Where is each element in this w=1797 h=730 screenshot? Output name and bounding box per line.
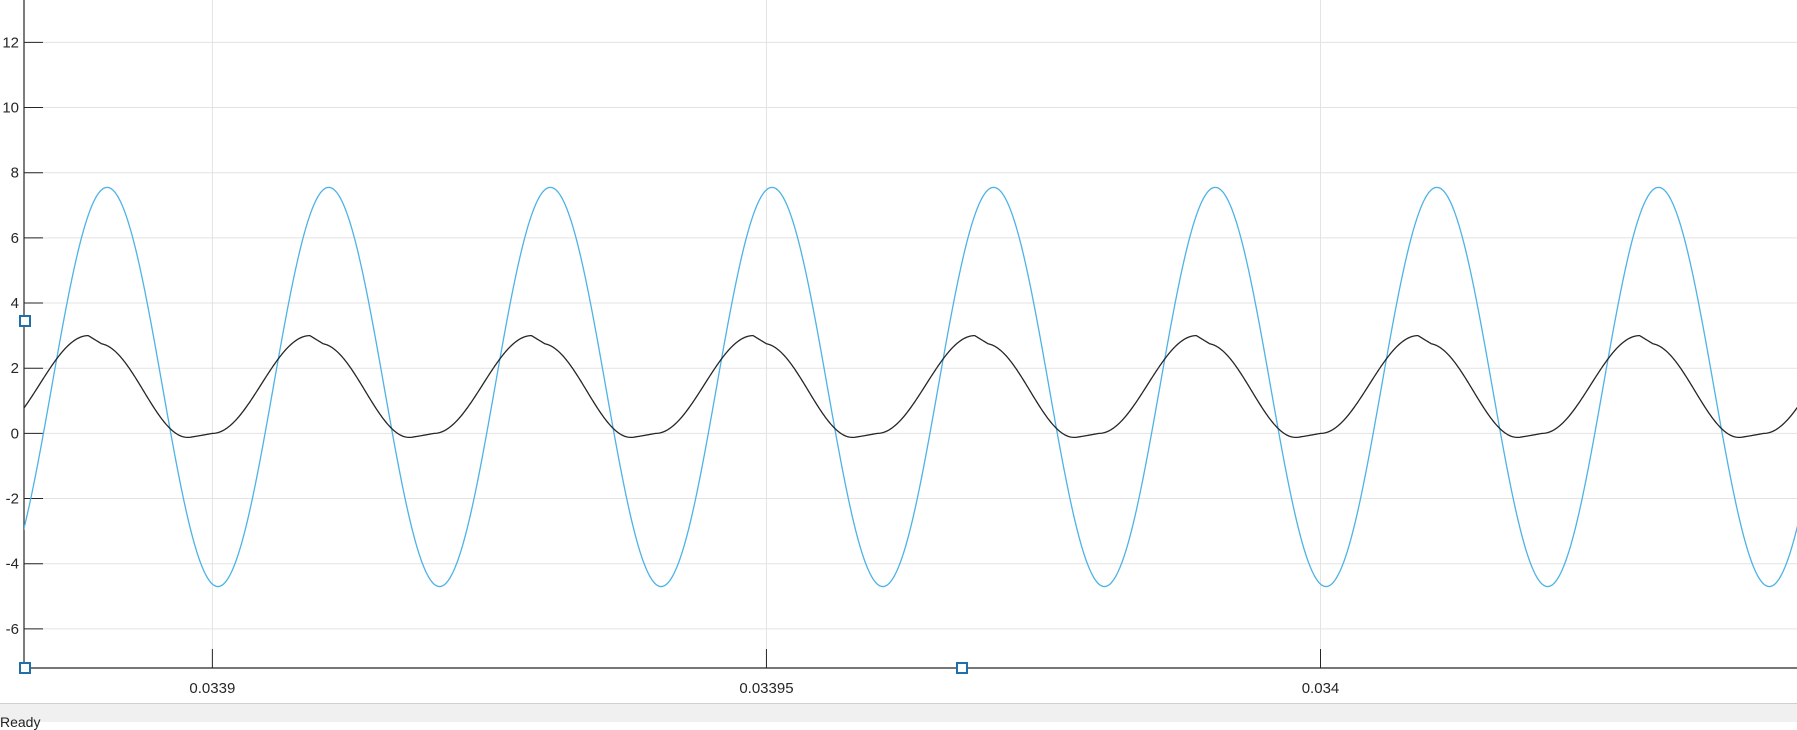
line-plot[interactable]: -6 -4 -2 0 2 4 6 8 10 12 0.0339 0.03395 0.034	[0, 0, 1797, 700]
y-axis-handle[interactable]	[19, 315, 31, 327]
series-line-2	[24, 334, 1797, 439]
y-tick-label: -4	[6, 556, 19, 573]
y-tick-label: 6	[11, 230, 19, 247]
x-axis-handle[interactable]	[956, 662, 968, 674]
y-tick-label: 4	[11, 295, 19, 312]
x-tick-label: 0.034	[1302, 680, 1340, 697]
y-tick-label: -2	[6, 491, 19, 508]
y-tick-label: -6	[6, 621, 19, 638]
series	[24, 186, 1797, 588]
y-tick-label: 12	[2, 34, 19, 51]
x-tick-label: 0.03395	[739, 680, 793, 697]
y-tick-label: 2	[11, 360, 19, 377]
y-tick-label: 10	[2, 100, 19, 117]
x-tick-label: 0.0339	[189, 680, 235, 697]
series-line-1	[24, 186, 1797, 588]
status-text: Ready	[0, 714, 41, 730]
y-tick-label: 0	[11, 425, 19, 442]
plot-area[interactable]: -6 -4 -2 0 2 4 6 8 10 12 0.0339 0.03395 0.034	[0, 0, 1797, 700]
status-bar: Ready	[0, 703, 1797, 730]
axes: -6 -4 -2 0 2 4 6 8 10 12 0.0339 0.03395 0.034	[2, 0, 1797, 697]
origin-handle[interactable]	[19, 662, 31, 674]
grid	[24, 0, 1797, 668]
y-tick-label: 8	[11, 165, 19, 182]
